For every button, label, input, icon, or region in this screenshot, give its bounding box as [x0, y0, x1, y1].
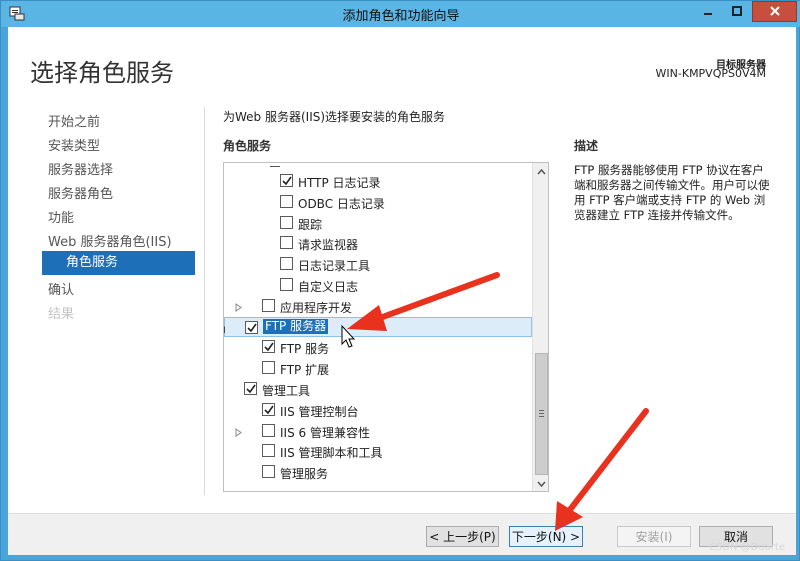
checked-checkbox[interactable] [244, 382, 257, 395]
truncated-checkbox [270, 166, 280, 170]
unchecked-checkbox[interactable] [262, 465, 275, 479]
tree-row[interactable]: 跟踪 [224, 213, 532, 233]
checked-checkbox[interactable] [245, 320, 258, 334]
tree-row-label: HTTP 日志记录 [298, 176, 381, 190]
tree-row-label: ODBC 日志记录 [298, 196, 385, 211]
tree-row[interactable]: 管理工具 [224, 379, 532, 399]
grip-icon [539, 410, 544, 417]
checked-checkbox[interactable] [262, 402, 275, 416]
instruction-text: 为Web 服务器(IIS)选择要安装的角色服务 [223, 110, 446, 124]
previous-button[interactable]: < 上一步(P) [426, 526, 499, 547]
tree-row-label: 日志记录工具 [298, 259, 371, 274]
role-services-heading: 角色服务 [223, 139, 272, 153]
tree-row[interactable]: 请求监视器 [224, 233, 532, 253]
tree-row[interactable]: IIS 6 管理兼容性 [224, 421, 532, 441]
unchecked-checkbox[interactable] [262, 298, 275, 312]
tree-row-label: 自定义日志 [298, 280, 359, 294]
tree-row-label: 请求监视器 [298, 238, 359, 253]
unchecked-checkbox[interactable] [262, 423, 275, 437]
tree-row[interactable]: IIS 管理脚本和工具 [224, 441, 532, 461]
wizard-window: 添加角色和功能向导 选择角色服务 目标服务器 WIN-KMPVQPS0V4M 开… [0, 0, 800, 561]
tree-row-label: IIS 管理控制台 [280, 404, 359, 419]
nav-item-role-services[interactable]: 角色服务 [42, 251, 195, 275]
tree-row[interactable]: ODBC 日志记录 [224, 192, 532, 212]
tree-row-label: 应用程序开发 [280, 300, 353, 315]
scroll-up-button[interactable] [533, 163, 548, 179]
install-button: 安装(I) [617, 526, 691, 547]
tree-row[interactable]: 日志记录工具 [224, 254, 532, 274]
tree-row-label: 管理工具 [262, 384, 311, 398]
role-services-tree: HTTP 日志记录 ODBC 日志记录 跟踪请求监视器日志记录工具 自定义日志应用程序… [223, 162, 549, 492]
scroll-thumb[interactable] [535, 353, 548, 475]
chevron-down-icon [536, 476, 546, 490]
checked-checkbox[interactable] [280, 174, 293, 187]
wizard-footer: < 上一步(P) 下一步(N) > 安装(I) 取消 [8, 513, 796, 555]
tree-row-label: 管理服务 [280, 467, 329, 482]
description-heading: 描述 [574, 139, 599, 153]
nav-item-features[interactable]: 功能 [48, 207, 74, 226]
maximize-button[interactable] [723, 1, 750, 22]
expanded-triangle-icon[interactable] [224, 384, 225, 393]
unchecked-checkbox[interactable] [280, 257, 293, 271]
minimize-icon [703, 5, 713, 19]
tree-row-truncated [224, 163, 532, 171]
tree-scrollbar[interactable] [532, 163, 548, 491]
tree-row[interactable]: 自定义日志 [224, 275, 532, 295]
unchecked-checkbox[interactable] [262, 361, 275, 375]
minimize-button[interactable] [694, 1, 721, 22]
scroll-down-button[interactable] [533, 475, 548, 491]
expanded-triangle-icon[interactable] [224, 323, 226, 333]
nav-item-web-server-role[interactable]: Web 服务器角色(IIS) [48, 231, 172, 250]
checked-checkbox[interactable] [262, 340, 275, 354]
tree-row-label: FTP 服务器 [263, 318, 329, 334]
nav-item-server-roles[interactable]: 服务器角色 [48, 183, 113, 202]
tree-row-label: 跟踪 [298, 217, 323, 232]
wizard-content: 选择角色服务 目标服务器 WIN-KMPVQPS0V4M 开始之前 安装类型 服… [8, 27, 796, 555]
next-button[interactable]: 下一步(N) > [509, 526, 583, 547]
target-server-name: WIN-KMPVQPS0V4M [655, 67, 766, 80]
tree-row-label: FTP 扩展 [280, 363, 330, 378]
unchecked-checkbox[interactable] [280, 194, 293, 208]
page-title: 选择角色服务 [30, 59, 174, 87]
close-icon [769, 5, 781, 19]
chevron-up-icon [536, 164, 546, 178]
tree-row[interactable]: 应用程序开发 [224, 296, 532, 316]
watermark: CSDN @Duarte [708, 542, 785, 553]
tree-row[interactable]: FTP 服务 [224, 337, 532, 357]
collapsed-triangle-icon[interactable] [234, 301, 243, 312]
unchecked-checkbox[interactable] [262, 444, 275, 458]
tree-row-label: FTP 服务 [280, 342, 330, 357]
tree-row-label: IIS 6 管理兼容性 [280, 425, 370, 440]
nav-item-server-selection[interactable]: 服务器选择 [48, 159, 113, 178]
collapsed-triangle-icon[interactable] [234, 426, 243, 437]
tree-row-label: IIS 管理脚本和工具 [280, 446, 383, 461]
nav-item-results: 结果 [48, 307, 75, 322]
nav-item-installation-type[interactable]: 安装类型 [48, 135, 100, 154]
unchecked-checkbox[interactable] [280, 215, 293, 229]
description-text: FTP 服务器能够使用 FTP 协议在客户端和服务器之间传输文件。用户可以使用 … [574, 163, 770, 222]
close-button[interactable] [752, 1, 797, 22]
tree-row[interactable]: FTP 服务器 [224, 316, 532, 337]
unchecked-checkbox[interactable] [280, 278, 293, 291]
tree-row[interactable]: FTP 扩展 [224, 358, 532, 378]
nav-divider [204, 107, 205, 495]
nav-item-confirmation[interactable]: 确认 [48, 279, 74, 298]
maximize-icon [731, 5, 742, 19]
tree-row[interactable]: HTTP 日志记录 [224, 171, 532, 191]
tree-row[interactable]: 管理服务 [224, 462, 532, 482]
nav-item-before-you-begin[interactable]: 开始之前 [48, 111, 100, 130]
title-bar[interactable]: 添加角色和功能向导 [1, 1, 800, 27]
unchecked-checkbox[interactable] [280, 236, 293, 250]
window-title: 添加角色和功能向导 [342, 9, 460, 24]
tree-row[interactable]: IIS 管理控制台 [224, 400, 532, 420]
